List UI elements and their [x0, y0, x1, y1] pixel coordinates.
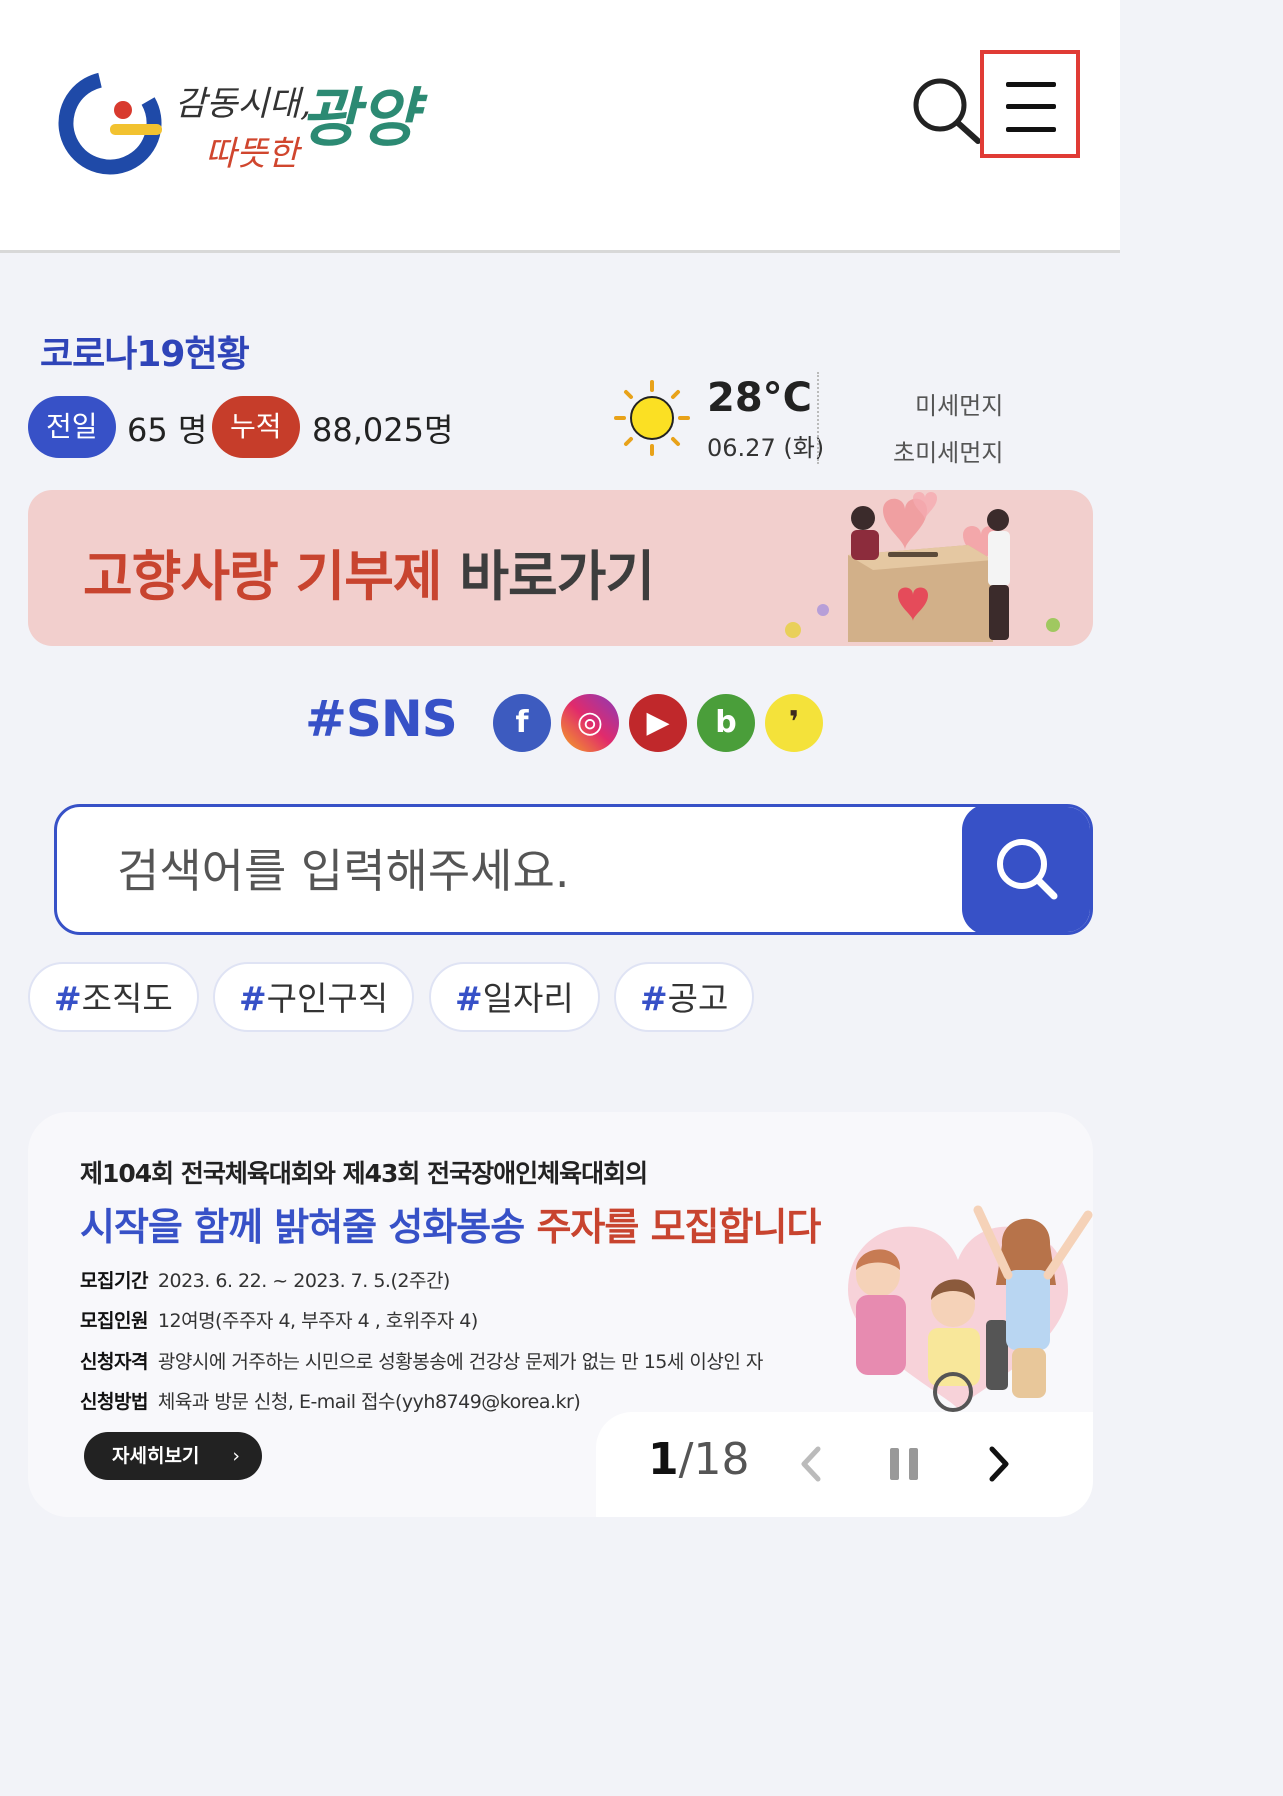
tag-org-chart[interactable]: #조직도: [28, 962, 199, 1032]
gwangyang-logo[interactable]: 감동시대, 따뜻한 광양: [55, 60, 465, 190]
hometown-donation-banner[interactable]: 고향사랑 기부제 바로가기: [28, 490, 1093, 646]
youtube-icon[interactable]: ▶: [629, 694, 687, 752]
row-value: 12여명(주주자 4, 부주자 4 , 호위주자 4): [157, 1310, 478, 1332]
view-details-button[interactable]: 자세히보기 ›: [84, 1432, 262, 1480]
tag-hash: #: [640, 979, 668, 1018]
tag-notices[interactable]: #공고: [614, 962, 755, 1032]
blog-icon[interactable]: b: [697, 694, 755, 752]
banner-title: 시작을 함께 밝혀줄 성화봉송 주자를 모집합니다: [80, 1196, 821, 1251]
weather-date: 06.27 (화): [707, 434, 825, 462]
tag-hash: #: [239, 979, 267, 1018]
search-form: [54, 804, 1093, 935]
row-label: 신청자격: [80, 1351, 148, 1373]
cumulative-badge: 누적: [212, 396, 300, 458]
previous-day-badge: 전일: [28, 396, 116, 458]
recruit-count-row: 모집인원 12여명(주주자 4, 부주자 4 , 호위주자 4): [80, 1306, 478, 1333]
slide-counter: 1/18: [648, 1434, 749, 1485]
facebook-icon[interactable]: f: [493, 694, 551, 752]
tag-label: 구인구직: [266, 979, 389, 1018]
sns-title: #SNS: [305, 690, 458, 748]
tag-label: 공고: [667, 979, 729, 1018]
hometown-donation-text: 고향사랑 기부제 바로가기: [83, 532, 655, 611]
eligibility-row: 신청자격 광양시에 거주하는 시민으로 성황봉송에 건강상 문제가 없는 만 15…: [80, 1347, 763, 1374]
volunteers-illustration: [808, 1170, 1093, 1412]
view-details-label: 자세히보기: [112, 1445, 200, 1467]
weather-divider: [817, 372, 819, 464]
search-submit-button[interactable]: [962, 807, 1090, 932]
tag-label: 일자리: [482, 979, 574, 1018]
tag-jobs[interactable]: #일자리: [429, 962, 600, 1032]
pause-icon[interactable]: [887, 1444, 921, 1484]
logo-text-main: 광양: [300, 81, 428, 156]
hometown-donation-shortcut: 바로가기: [441, 545, 655, 608]
temperature: 28°C: [707, 375, 813, 421]
logo-text-mid: 따뜻한: [205, 134, 303, 174]
menu-bar-icon: [1006, 104, 1056, 109]
search-icon: [997, 839, 1058, 900]
search-input[interactable]: [115, 833, 949, 909]
sunny-weather-icon: [612, 378, 692, 458]
tag-hash: #: [455, 979, 483, 1018]
row-value: 체육과 방문 신청, E-mail 접수(yyh8749@korea.kr): [157, 1391, 581, 1413]
current-slide: 1: [648, 1434, 679, 1485]
slide-separator: /: [678, 1434, 694, 1485]
donation-box-illustration: [753, 490, 1093, 646]
hometown-donation-title: 고향사랑 기부제: [83, 545, 443, 608]
row-label: 모집인원: [80, 1310, 148, 1332]
covid-status-title: 코로나19현황: [40, 334, 250, 375]
instagram-icon[interactable]: ◎: [561, 694, 619, 752]
tag-label: 조직도: [81, 979, 173, 1018]
tag-hash: #: [54, 979, 82, 1018]
row-label: 신청방법: [80, 1391, 148, 1413]
application-method-row: 신청방법 체육과 방문 신청, E-mail 접수(yyh8749@korea.k…: [80, 1387, 581, 1414]
row-label: 모집기간: [80, 1270, 148, 1292]
fine-dust-label: 미세먼지: [915, 392, 1004, 420]
total-slides: 18: [693, 1434, 750, 1485]
ultra-fine-dust-label: 초미세먼지: [893, 439, 1004, 467]
row-value: 2023. 6. 22. ~ 2023. 7. 5.(2주간): [157, 1270, 450, 1292]
site-header: 감동시대, 따뜻한 광양: [0, 0, 1120, 253]
menu-bar-icon: [1006, 127, 1056, 132]
hamburger-menu-button[interactable]: [980, 50, 1080, 158]
banner-title-red: 주자를 모집합니다: [536, 1205, 821, 1249]
chevron-right-icon: ›: [232, 1445, 240, 1467]
chevron-right-icon[interactable]: [984, 1444, 1014, 1484]
logo-text-top: 감동시대,: [175, 84, 311, 124]
banner-title-blue: 시작을 함께 밝혀줄 성화봉송: [80, 1205, 537, 1249]
menu-bar-icon: [1006, 82, 1056, 87]
search-icon[interactable]: [910, 75, 982, 147]
kakao-icon[interactable]: ❜: [765, 694, 823, 752]
tag-job-search[interactable]: #구인구직: [213, 962, 415, 1032]
previous-day-count: 65 명: [127, 411, 208, 449]
recruit-period-row: 모집기간 2023. 6. 22. ~ 2023. 7. 5.(2주간): [80, 1266, 450, 1293]
banner-pager: 1/18: [596, 1412, 1093, 1517]
chevron-left-icon[interactable]: [796, 1444, 826, 1484]
cumulative-count: 88,025명: [312, 411, 454, 449]
row-value: 광양시에 거주하는 시민으로 성황봉송에 건강상 문제가 없는 만 15세 이상…: [157, 1351, 763, 1373]
banner-subtitle: 제104회 전국체육대회와 제43회 전국장애인체육대회의: [80, 1159, 648, 1188]
